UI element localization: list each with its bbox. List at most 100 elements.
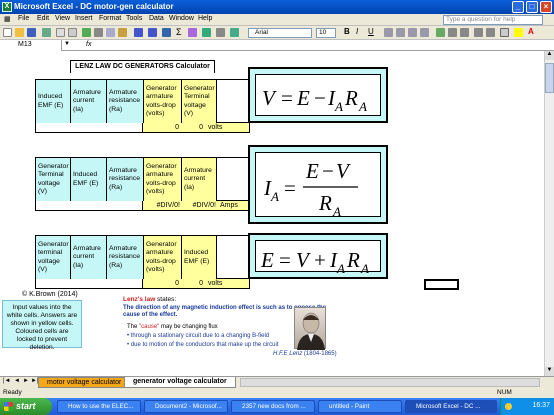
- task-document2[interactable]: Document2 - Microsof...: [144, 400, 228, 413]
- font-select[interactable]: Arial: [248, 28, 312, 38]
- name-box-dropdown-icon[interactable]: ▼: [64, 41, 70, 47]
- tray-icon[interactable]: [505, 403, 512, 410]
- bold-icon[interactable]: B: [344, 28, 353, 37]
- block3-header-e: Induced EMF (E): [182, 236, 217, 279]
- formula-bar: M13 ▼ fx: [0, 40, 554, 51]
- open-icon[interactable]: [15, 28, 24, 37]
- percent-icon[interactable]: [448, 28, 457, 37]
- formula-e-equals-v-plus-iara: E = V + I A R A: [260, 248, 369, 276]
- title-bar: X Microsoft Excel - DC motor-gen calcula…: [0, 0, 554, 14]
- menu-view[interactable]: View: [55, 15, 70, 22]
- first-sheet-icon[interactable]: |◄: [3, 378, 11, 384]
- block2-input-cells[interactable]: [35, 201, 143, 211]
- svg-text:E: E: [296, 86, 310, 110]
- scroll-down-icon[interactable]: ▼: [545, 367, 554, 376]
- block2-formula: I A = E − V R A: [248, 145, 388, 224]
- maximize-button[interactable]: □: [526, 1, 538, 13]
- underline-icon[interactable]: U: [368, 28, 377, 37]
- fx-icon[interactable]: fx: [86, 40, 91, 50]
- block2-header-volts-drop: Generator armature volts-drop (volts): [144, 158, 182, 201]
- cut-icon[interactable]: [94, 28, 103, 37]
- align-right-icon[interactable]: [408, 28, 417, 37]
- close-button[interactable]: ×: [540, 1, 552, 13]
- menu-window[interactable]: Window: [169, 15, 194, 22]
- minimize-button[interactable]: _: [512, 1, 524, 13]
- svg-text:−: −: [314, 86, 326, 110]
- svg-text:E: E: [260, 248, 274, 272]
- font-size-select[interactable]: 10: [316, 28, 336, 38]
- menu-edit[interactable]: Edit: [37, 15, 49, 22]
- block3-e-value: 0: [181, 279, 205, 289]
- borders-icon[interactable]: [500, 28, 509, 37]
- tab-motor-voltage-calculator[interactable]: motor voltage calculator: [38, 377, 131, 388]
- menu-insert[interactable]: Insert: [75, 15, 93, 22]
- block2-ia-value: #DIV/0!: [181, 201, 217, 211]
- task-excel[interactable]: Microsoft Excel - DC ...: [405, 400, 497, 413]
- instructions-note: Input values into the white cells. Answe…: [2, 300, 82, 351]
- block3-input-cells[interactable]: [35, 279, 143, 289]
- task-how-to-use[interactable]: How to use the ELEC...: [57, 400, 141, 413]
- svg-text:+: +: [314, 248, 326, 272]
- next-sheet-icon[interactable]: ►: [23, 378, 29, 384]
- svg-text:−: −: [322, 159, 334, 183]
- menu-tools[interactable]: Tools: [126, 15, 142, 22]
- svg-text:R: R: [346, 248, 360, 272]
- prev-sheet-icon[interactable]: ◄: [14, 378, 20, 384]
- name-box[interactable]: M13: [0, 40, 62, 51]
- align-center-icon[interactable]: [396, 28, 405, 37]
- block2-header-ia: Armature current (Ia): [182, 158, 217, 201]
- autosum-icon[interactable]: Σ: [176, 28, 185, 37]
- paste-icon[interactable]: [118, 28, 127, 37]
- menu-data[interactable]: Data: [149, 15, 164, 22]
- svg-text:=: =: [284, 176, 296, 200]
- status-bar: Ready NUM: [0, 388, 554, 398]
- scroll-thumb[interactable]: [545, 63, 554, 93]
- menu-help[interactable]: Help: [198, 15, 212, 22]
- help-icon[interactable]: [230, 28, 239, 37]
- align-left-icon[interactable]: [384, 28, 393, 37]
- sort-icon[interactable]: [188, 28, 197, 37]
- print-icon[interactable]: [56, 28, 65, 37]
- selected-cell[interactable]: [424, 279, 459, 290]
- print-preview-icon[interactable]: [68, 28, 77, 37]
- start-button[interactable]: start: [0, 398, 52, 415]
- new-icon[interactable]: [3, 28, 12, 37]
- task-paint[interactable]: untitled - Paint: [318, 400, 402, 413]
- menu-format[interactable]: Format: [99, 15, 121, 22]
- fill-color-icon[interactable]: [514, 28, 523, 37]
- italic-icon[interactable]: I: [356, 28, 365, 37]
- vertical-scrollbar[interactable]: ▲ ▼: [544, 51, 554, 376]
- increase-indent-icon[interactable]: [486, 28, 495, 37]
- task-new-docs[interactable]: 2357 new docs from ...: [231, 400, 315, 413]
- block3-unit: volts: [205, 279, 250, 289]
- clock: 16:37: [532, 402, 550, 409]
- font-color-icon[interactable]: A: [528, 28, 537, 37]
- block1-input-cells[interactable]: [35, 123, 143, 133]
- sheet-menu-icon[interactable]: ▦: [4, 15, 11, 23]
- copyright-text: © K.Brown (2014): [22, 291, 78, 298]
- tab-generator-voltage-calculator[interactable]: generator voltage calculator: [124, 377, 236, 388]
- currency-icon[interactable]: [436, 28, 445, 37]
- block1-unit: volts: [205, 123, 250, 133]
- horizontal-scrollbar[interactable]: [240, 378, 540, 387]
- block1-header-v: Generator Terminal voltage (V): [182, 80, 217, 123]
- block2-header-e: Induced EMF (E): [71, 158, 107, 201]
- menu-file[interactable]: File: [18, 15, 29, 22]
- undo-icon[interactable]: [134, 28, 143, 37]
- spelling-icon[interactable]: [82, 28, 91, 37]
- scroll-up-icon[interactable]: ▲: [545, 51, 554, 60]
- merge-center-icon[interactable]: [420, 28, 429, 37]
- redo-icon[interactable]: [148, 28, 157, 37]
- comma-icon[interactable]: [460, 28, 469, 37]
- block1-formula: V = E − I A R A: [248, 67, 388, 123]
- block2-table: Generator Terminal voltage (V) Induced E…: [35, 157, 250, 201]
- copy-icon[interactable]: [106, 28, 115, 37]
- save-icon[interactable]: [27, 28, 36, 37]
- block2-header-ra: Armature resistance (Ra): [107, 158, 144, 201]
- drawing-icon[interactable]: [216, 28, 225, 37]
- help-search-input[interactable]: Type a question for help: [443, 15, 543, 25]
- permission-icon[interactable]: [42, 28, 51, 37]
- decrease-indent-icon[interactable]: [474, 28, 483, 37]
- chart-icon[interactable]: [202, 28, 211, 37]
- hyperlink-icon[interactable]: [162, 28, 171, 37]
